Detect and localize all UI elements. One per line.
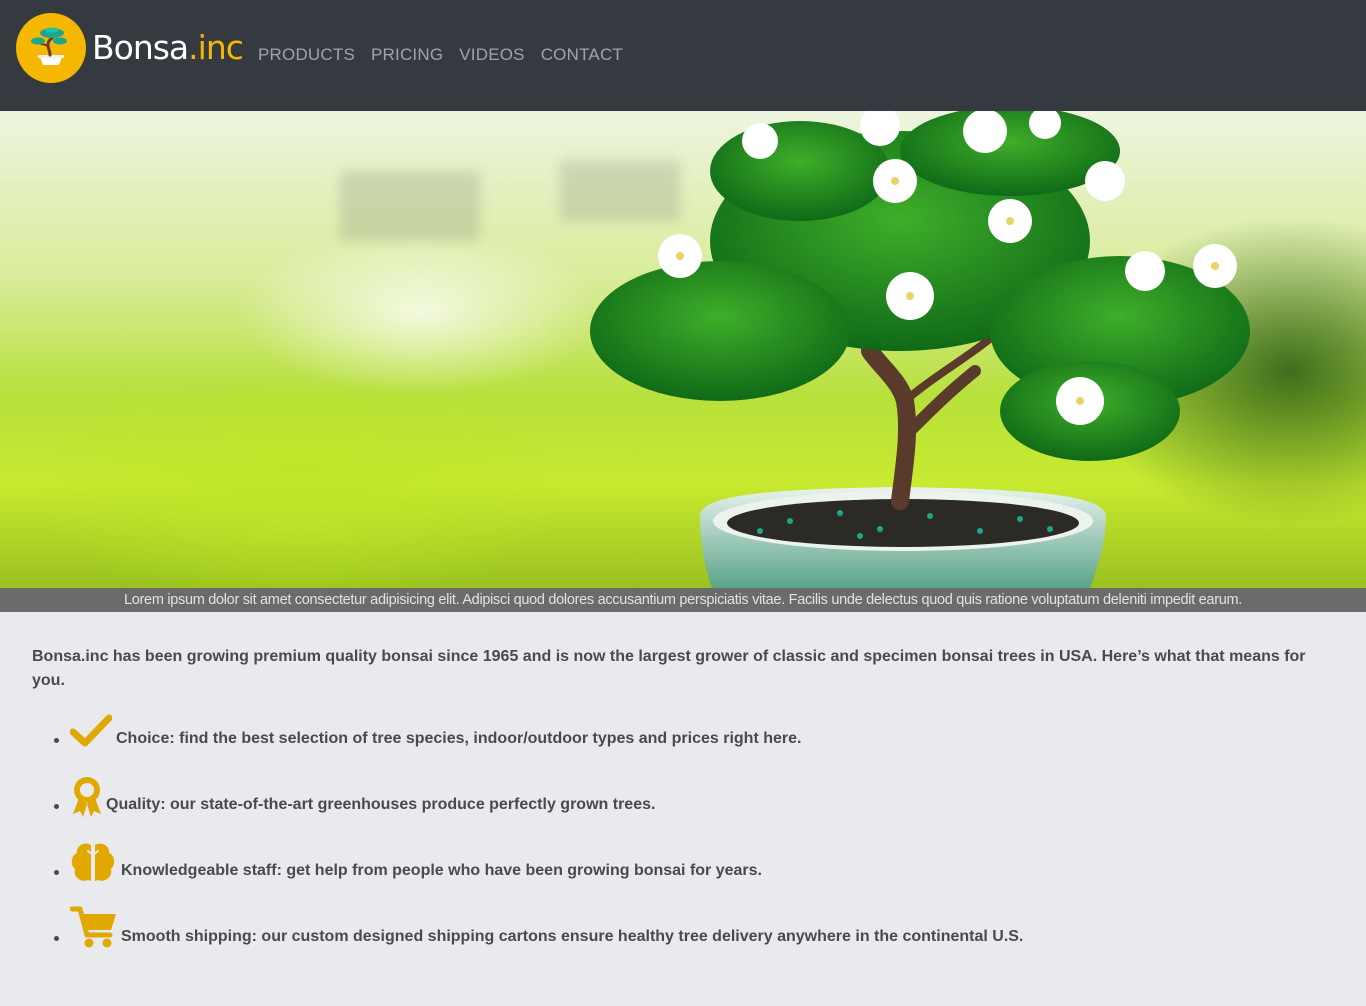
checkmark-icon	[69, 714, 113, 753]
feature-staff-text: Knowledgeable staff: get help from peopl…	[121, 862, 762, 879]
nav-videos[interactable]: VIDEOS	[459, 44, 524, 66]
brand-logo-text[interactable]: Bonsa.inc	[92, 28, 244, 68]
bonsai-illustration	[590, 111, 1250, 588]
feature-shipping-text: Smooth shipping: our custom designed shi…	[121, 928, 1024, 945]
feature-quality-text: Quality: our state-of-the-art greenhouse…	[106, 796, 656, 813]
intro-paragraph: Bonsa.inc has been growing premium quali…	[32, 648, 1306, 689]
nav-products[interactable]: PRODUCTS	[258, 44, 355, 66]
bonsai-logo-icon[interactable]	[16, 13, 86, 83]
nav-pricing[interactable]: PRICING	[371, 44, 443, 66]
feature-choice-text: Choice: find the best selection of tree …	[116, 730, 802, 747]
brand-suffix: .inc	[188, 28, 244, 67]
hero-caption: Lorem ipsum dolor sit amet consectetur a…	[124, 592, 1242, 608]
brand-name: Bonsa	[92, 28, 189, 67]
bonsai-tree-hero-image	[0, 111, 1366, 588]
hero-caption-bar: Lorem ipsum dolor sit amet consectetur a…	[0, 588, 1366, 612]
shopping-cart-icon	[69, 905, 118, 954]
main-nav: PRODUCTS PRICING VIDEOS CONTACT	[258, 44, 623, 66]
nav-contact[interactable]: CONTACT	[541, 44, 623, 66]
award-ribbon-icon	[70, 776, 104, 823]
site-header: Bonsa.inc PRODUCTS PRICING VIDEOS CONTAC…	[0, 0, 1366, 111]
brain-icon	[70, 841, 116, 890]
